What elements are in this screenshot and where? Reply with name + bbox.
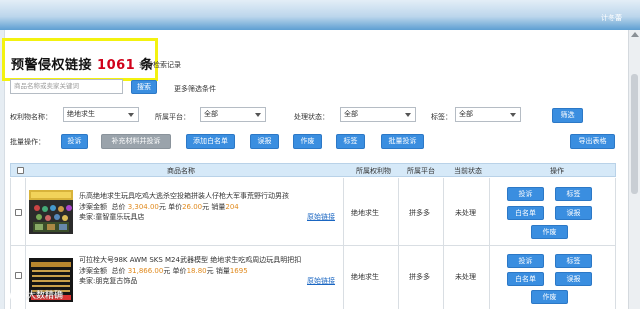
misreport-button[interactable]: 误报 xyxy=(250,134,279,149)
status-label: 处理状态： xyxy=(294,113,329,121)
row-rights: 绝地求生 xyxy=(351,209,379,217)
chevron-down-icon xyxy=(405,113,411,117)
row-complain-button[interactable]: 投诉 xyxy=(507,254,544,268)
seller-name: 卖家:童智童乐玩具店 xyxy=(79,213,145,221)
batch-complain-button[interactable]: 投诉 xyxy=(61,134,88,149)
amount-label: 涉案金额 xyxy=(79,203,107,211)
rights-select-value: 绝地求生 xyxy=(67,110,95,118)
unit-price: 26.00 xyxy=(182,203,203,211)
export-button[interactable]: 导出表格 xyxy=(570,134,615,149)
qty-label: 元 销量 xyxy=(202,203,226,211)
status-select-value: 全部 xyxy=(344,110,358,118)
row-tag-button[interactable]: 标签 xyxy=(555,254,592,268)
header-platform: 所属平台 xyxy=(407,167,435,175)
total-value: 31,866.00 xyxy=(127,267,164,275)
header-actions: 操作 xyxy=(550,167,564,175)
product-image[interactable] xyxy=(29,190,73,234)
total-value: 3,304.00 xyxy=(127,203,159,211)
row-whitelist-button[interactable]: 白名单 xyxy=(507,206,544,220)
header-name: 商品名称 xyxy=(167,167,195,175)
platform-select-value: 全部 xyxy=(204,110,218,118)
total-label: 总价 xyxy=(111,267,126,275)
product-name[interactable]: 乐高绝地求生玩具吃鸡大逃杀空投箱拼装人仔枪大军事荒野行动男孩 xyxy=(79,191,289,201)
amount-label: 涉案金额 xyxy=(79,267,107,275)
row-status: 未处理 xyxy=(455,209,476,217)
table-row: 可拉栓大号98K AWM SKS M24武器模型 绝地求生吃鸡周边玩具明把扣 涉… xyxy=(10,246,616,309)
search-input[interactable]: 商品名称或卖家关键词 xyxy=(10,79,123,94)
scroll-up-icon[interactable] xyxy=(631,32,639,37)
batch-complain-all-button[interactable]: 批量投诉 xyxy=(381,134,424,149)
rights-label: 权利物名称： xyxy=(10,113,52,121)
history-link[interactable]: 查看检索记录 xyxy=(139,60,181,70)
row-complain-button[interactable]: 投诉 xyxy=(507,187,544,201)
rights-select[interactable]: 绝地求生 xyxy=(63,107,139,122)
row-checkbox[interactable] xyxy=(15,272,22,279)
add-whitelist-button[interactable]: 添加白名单 xyxy=(186,134,235,149)
tag-label: 标签： xyxy=(431,113,452,121)
search-button[interactable]: 搜索 xyxy=(131,80,157,94)
row-tag-button[interactable]: 标签 xyxy=(555,187,592,201)
product-amount: 涉案金额 总价 3,304.00元 单价26.00元 销量204 xyxy=(79,202,239,212)
watermark-logo-icon xyxy=(10,288,24,303)
batch-label: 批量操作： xyxy=(10,138,45,146)
chevron-down-icon xyxy=(255,113,261,117)
header-status: 当前状态 xyxy=(454,167,482,175)
unit-label: 元 单价 xyxy=(163,267,187,275)
table-header: 商品名称 所属权利物 所属平台 当前状态 操作 xyxy=(10,163,616,177)
chevron-down-icon xyxy=(128,113,134,117)
row-void-button[interactable]: 作废 xyxy=(531,290,568,304)
tag-button[interactable]: 标签 xyxy=(336,134,365,149)
qty-value: 1695 xyxy=(229,267,248,275)
original-link[interactable]: 原始链接 xyxy=(307,212,335,222)
chevron-down-icon xyxy=(510,113,516,117)
status-select[interactable]: 全部 xyxy=(340,107,416,122)
page-title: 预警侵权链接 1061 条 xyxy=(11,54,154,73)
row-rights: 绝地求生 xyxy=(351,273,379,281)
alert-count: 1061 xyxy=(97,58,136,73)
product-name[interactable]: 可拉栓大号98K AWM SKS M24武器模型 绝地求生吃鸡周边玩具明把扣 xyxy=(79,255,301,265)
unit-label: 元 单价 xyxy=(158,203,183,211)
watermark: 大数精确 xyxy=(10,288,63,303)
row-platform: 拼多多 xyxy=(409,209,430,217)
product-amount: 涉案金额 总价 31,866.00元 单价18.80元 销量1695 xyxy=(79,266,248,276)
row-misreport-button[interactable]: 误报 xyxy=(555,272,592,286)
unit-price: 18.80 xyxy=(186,267,207,275)
platform-label: 所属平台： xyxy=(155,113,190,121)
title-prefix: 预警侵权链接 xyxy=(11,58,93,73)
select-all-checkbox[interactable] xyxy=(17,167,24,174)
table-row: 乐高绝地求生玩具吃鸡大逃杀空投箱拼装人仔枪大军事荒野行动男孩 涉案金额 总价 3… xyxy=(10,178,616,246)
total-label: 总价 xyxy=(111,203,126,211)
row-status: 未处理 xyxy=(455,273,476,281)
qty-value: 204 xyxy=(225,203,239,211)
watermark-text: 大数精确 xyxy=(27,291,64,301)
supplement-complain-button[interactable]: 补充材料并投诉 xyxy=(101,134,171,149)
platform-select[interactable]: 全部 xyxy=(200,107,266,122)
void-button[interactable]: 作废 xyxy=(293,134,322,149)
row-misreport-button[interactable]: 误报 xyxy=(555,206,592,220)
row-whitelist-button[interactable]: 白名单 xyxy=(507,272,544,286)
row-checkbox[interactable] xyxy=(15,209,22,216)
row-void-button[interactable]: 作废 xyxy=(531,225,568,239)
qty-label: 元 销量 xyxy=(206,267,230,275)
seller-name: 卖家:朋克复古饰品 xyxy=(79,277,138,285)
tag-select[interactable]: 全部 xyxy=(455,107,521,122)
more-filters-link[interactable]: 更多筛选条件 xyxy=(174,84,216,94)
vertical-scrollbar[interactable] xyxy=(628,30,640,309)
top-bar: 计冬蕾 xyxy=(0,0,640,30)
current-user[interactable]: 计冬蕾 xyxy=(601,13,622,23)
scrollbar-thumb[interactable] xyxy=(631,74,638,194)
row-platform: 拼多多 xyxy=(409,273,430,281)
tag-select-value: 全部 xyxy=(459,110,473,118)
header-rights: 所属权利物 xyxy=(356,167,391,175)
original-link[interactable]: 原始链接 xyxy=(307,276,335,286)
filter-button[interactable]: 筛选 xyxy=(552,108,583,123)
